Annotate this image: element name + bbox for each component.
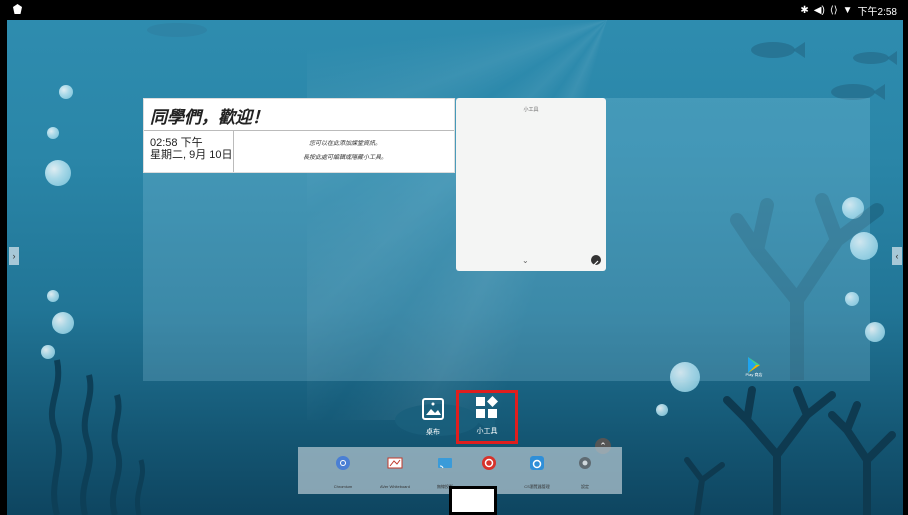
- bubble: [47, 290, 59, 302]
- class-info-line: 長按此處可編輯或隱藏小工具。: [302, 155, 387, 161]
- dock-app-chromium[interactable]: Chromium: [318, 455, 368, 491]
- divider: [233, 131, 234, 172]
- seaweed-icon: [48, 359, 145, 515]
- settings-icon: [579, 457, 591, 469]
- edit-icon[interactable]: [591, 255, 601, 266]
- dock-app-whiteboard[interactable]: AVer Whiteboard: [370, 455, 420, 491]
- divider: [144, 130, 454, 131]
- chromium-icon: [336, 456, 350, 470]
- page-right-arrow[interactable]: ‹: [892, 247, 902, 265]
- bubble: [59, 85, 73, 99]
- bluetooth-icon: ✱: [800, 5, 809, 16]
- widget-panel-title: 小工具: [523, 107, 539, 113]
- widgets-button[interactable]: 小工具: [456, 390, 518, 444]
- clock-time: 02:58 下午: [150, 137, 203, 149]
- wallpaper-icon: [422, 398, 444, 420]
- dock-app-browser-manager[interactable]: CS瀏覽器管理: [512, 455, 562, 491]
- status-time: 下午2:58: [857, 7, 897, 18]
- bubble: [45, 160, 71, 186]
- clock: 02:58 下午 星期二, 9月 10日: [150, 137, 233, 161]
- bubble: [52, 312, 74, 334]
- notification-dot-icon: [13, 4, 22, 14]
- widgets-icon: [476, 396, 498, 418]
- dock-label: AVer Whiteboard: [380, 484, 410, 489]
- greeting-title: 同學們，歡迎！: [150, 108, 269, 127]
- volume-icon: ◀): [813, 5, 825, 16]
- bubble: [41, 345, 55, 359]
- dock-label: CS瀏覽器管理: [524, 484, 550, 489]
- ethernet-icon: ⟨⟩: [829, 5, 838, 16]
- fish-icon: [751, 42, 805, 58]
- dock-label: Chromium: [333, 484, 353, 489]
- page-left-arrow[interactable]: ›: [9, 247, 19, 265]
- wallpaper-label: 桌布: [426, 429, 440, 436]
- whiteboard-icon: [387, 457, 403, 469]
- overlay-box: [449, 486, 497, 515]
- status-bar: ✱ ◀) ⟨⟩ ▼ 下午2:58: [7, 0, 903, 20]
- class-info: 您可以在此添加課堂資訊。 長按此處可編輯或隱藏小工具。: [240, 137, 450, 165]
- app-icon: [482, 456, 496, 470]
- dock-label: 設定: [581, 484, 589, 489]
- browser-icon: [530, 456, 544, 470]
- greeting-widget[interactable]: 同學們，歡迎！ 02:58 下午 星期二, 9月 10日 您可以在此添加課堂資訊…: [143, 98, 455, 173]
- home-screen: ✱ ◀) ⟨⟩ ▼ 下午2:58 同學們，歡迎！ 02:58 下午 星期二, 9…: [7, 0, 903, 515]
- fish-icon: [853, 51, 897, 65]
- wallpaper-button[interactable]: 桌布: [411, 390, 455, 440]
- widgets-label: 小工具: [476, 428, 498, 435]
- bubble: [656, 404, 668, 416]
- widget-panel[interactable]: 小工具 ⌄: [456, 98, 606, 271]
- clock-date: 星期二, 9月 10日: [150, 149, 233, 161]
- play-store-label: Play 商店: [745, 372, 763, 377]
- wifi-icon: ▼: [842, 5, 853, 16]
- bubble: [47, 127, 59, 139]
- fish-icon: [147, 23, 207, 37]
- chevron-down-icon[interactable]: ⌄: [522, 256, 529, 265]
- class-info-line: 您可以在此添加課堂資訊。: [308, 141, 381, 147]
- cast-icon: [438, 458, 452, 469]
- dock-app-settings[interactable]: 設定: [560, 455, 610, 491]
